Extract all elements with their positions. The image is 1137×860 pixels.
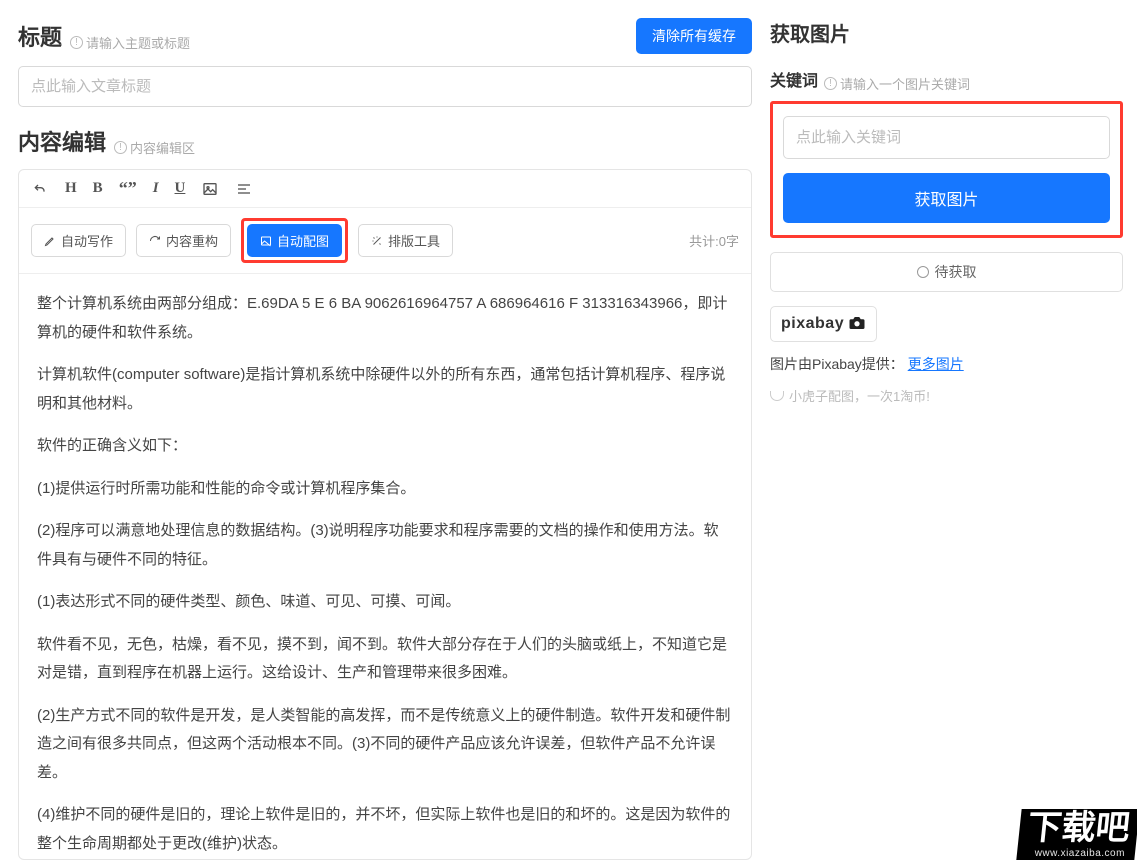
clear-cache-button[interactable]: 清除所有缓存 <box>636 18 752 54</box>
word-count: 共计:0字 <box>689 231 739 250</box>
quote-icon[interactable]: “” <box>119 178 137 199</box>
paragraph: (2)生产方式不同的软件是开发，是人类智能的高发挥，而不是传统意义上的硬件制造。… <box>37 702 733 788</box>
undo-icon[interactable] <box>31 180 49 198</box>
paragraph: 软件看不见，无色，枯燥，看不见，摸不到，闻不到。软件大部分存在于人们的头脑或纸上… <box>37 631 733 688</box>
action-toolbar: 自动写作 内容重构 自动配图 排版工具 <box>19 208 751 274</box>
restructure-label: 内容重构 <box>166 231 218 250</box>
camera-icon <box>848 316 866 333</box>
auto-image-label: 自动配图 <box>277 231 329 250</box>
paragraph: 软件的正确含义如下： <box>37 432 733 461</box>
keyword-label: 关键词 <box>770 67 818 91</box>
editor: H B “” I U 自动写作 内容重构 <box>18 169 752 860</box>
italic-icon[interactable]: I <box>153 180 159 197</box>
paragraph: 整个计算机系统由两部分组成：E.69DA 5 E 6 BA 9062616964… <box>37 290 733 347</box>
keyword-header: 关键词 ! 请输入一个图片关键词 <box>770 67 1123 93</box>
sidebar: 获取图片 关键词 ! 请输入一个图片关键词 获取图片 待获取 pixabay 图… <box>770 0 1137 860</box>
paragraph: 计算机软件(computer software)是指计算机系统中除硬件以外的所有… <box>37 361 733 418</box>
content-heading: 内容编辑 <box>18 125 106 157</box>
paragraph: (2)程序可以满意地处理信息的数据结构。(3)说明程序功能要求和程序需要的文档的… <box>37 517 733 574</box>
watermark-sub: www.xiazaiba.com <box>1025 849 1127 860</box>
watermark-main: 下载吧 <box>1026 809 1132 847</box>
title-hint-text: 请输入主题或标题 <box>86 33 190 52</box>
keyword-hint: ! 请输入一个图片关键词 <box>824 74 970 93</box>
refresh-icon <box>149 235 161 247</box>
layout-tool-label: 排版工具 <box>388 231 440 250</box>
title-section-header: 标题 ! 请输入主题或标题 清除所有缓存 <box>18 18 752 54</box>
layout-tool-button[interactable]: 排版工具 <box>358 224 453 257</box>
main-column: 标题 ! 请输入主题或标题 清除所有缓存 内容编辑 ! 内容编辑区 H B <box>0 0 770 860</box>
underline-icon[interactable]: U <box>175 180 186 197</box>
picture-icon <box>260 235 272 247</box>
status-text: 待获取 <box>935 262 977 282</box>
keyword-hint-text: 请输入一个图片关键词 <box>840 74 970 93</box>
fetch-status: 待获取 <box>770 252 1123 292</box>
info-icon: ! <box>70 36 83 49</box>
paragraph: (1)提供运行时所需功能和性能的命令或计算机程序集合。 <box>37 475 733 504</box>
editor-content[interactable]: 整个计算机系统由两部分组成：E.69DA 5 E 6 BA 9062616964… <box>19 274 751 859</box>
title-heading: 标题 <box>18 20 62 52</box>
fetch-image-button[interactable]: 获取图片 <box>783 173 1110 223</box>
paragraph: (4)维护不同的硬件是旧的，理论上软件是旧的，并不坏，但实际上软件也是旧的和坏的… <box>37 801 733 858</box>
align-left-icon[interactable] <box>235 180 253 198</box>
magic-icon <box>371 235 383 247</box>
content-hint-text: 内容编辑区 <box>130 138 195 157</box>
bold-icon[interactable]: B <box>93 180 103 197</box>
sidebar-heading: 获取图片 <box>770 18 1123 47</box>
auto-image-button[interactable]: 自动配图 <box>247 224 342 257</box>
auto-write-button[interactable]: 自动写作 <box>31 224 126 257</box>
heading-icon[interactable]: H <box>65 180 77 197</box>
info-icon: ! <box>114 141 127 154</box>
title-hint: ! 请输入主题或标题 <box>70 33 190 52</box>
watermark: 下载吧 www.xiazaiba.com <box>1016 809 1137 860</box>
pixabay-text: pixabay <box>781 315 844 333</box>
more-images-link[interactable]: 更多图片 <box>908 356 964 372</box>
pencil-icon <box>44 235 56 247</box>
bowl-icon <box>770 391 784 401</box>
paragraph: (1)表达形式不同的硬件类型、颜色、味道、可见、可摸、可闻。 <box>37 588 733 617</box>
auto-write-label: 自动写作 <box>61 231 113 250</box>
content-hint: ! 内容编辑区 <box>114 138 195 157</box>
status-pending-icon <box>917 266 929 278</box>
article-title-input[interactable] <box>18 66 752 107</box>
image-icon[interactable] <box>201 180 219 198</box>
credit-prefix: 图片由Pixabay提供： <box>770 356 904 372</box>
format-toolbar: H B “” I U <box>19 170 751 208</box>
pixabay-badge: pixabay <box>770 306 877 342</box>
highlight-keyword-panel: 获取图片 <box>770 101 1123 238</box>
restructure-button[interactable]: 内容重构 <box>136 224 231 257</box>
highlight-auto-image: 自动配图 <box>241 218 348 263</box>
keyword-input[interactable] <box>783 116 1110 159</box>
info-icon: ! <box>824 77 837 90</box>
tip-row: 小虎子配图，一次1淘币! <box>770 386 1123 405</box>
image-credit: 图片由Pixabay提供： 更多图片 <box>770 354 1123 374</box>
tip-text: 小虎子配图，一次1淘币! <box>789 386 930 405</box>
